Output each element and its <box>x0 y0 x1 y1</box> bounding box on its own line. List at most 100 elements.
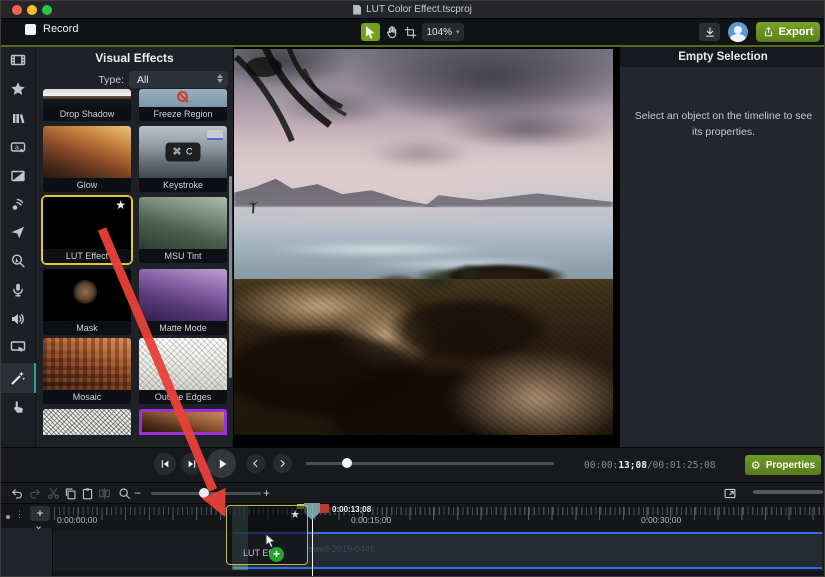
effect-tile-matte-mode[interactable]: Matte Mode <box>139 269 227 335</box>
sidebar-zoom-n-pan-button[interactable] <box>9 252 27 270</box>
track-header: Track 3 ○ ∪ ƒ <box>1 528 53 577</box>
lut-effect-thumbnail: ★ <box>43 197 131 249</box>
record-label: Record <box>43 23 78 35</box>
play-button[interactable] <box>207 449 236 478</box>
close-window-button[interactable] <box>12 5 22 15</box>
canvas-stage[interactable] <box>233 47 619 447</box>
sidebar-behaviors-button[interactable] <box>9 195 27 213</box>
effect-tile-keystroke[interactable]: ⌘ C Keystroke <box>139 126 227 192</box>
clip-name: swell-2019-0446 <box>309 544 375 554</box>
mosaic-thumbnail <box>43 338 131 390</box>
sidebar-visual-effects-button[interactable] <box>9 369 27 387</box>
paste-button[interactable] <box>80 486 94 500</box>
properties-label: Properties <box>766 460 815 471</box>
sidebar-library-button[interactable] <box>9 109 27 127</box>
undo-button[interactable] <box>9 486 23 500</box>
effect-tile-mask[interactable]: Mask <box>43 269 131 335</box>
stepper-arrows-icon <box>217 74 223 83</box>
svg-text:a: a <box>15 144 19 151</box>
properties-button[interactable]: ⚙ Properties <box>745 455 821 475</box>
canvas-zoom-select[interactable]: 104% ▾ <box>422 23 464 41</box>
matte-mode-thumbnail <box>139 269 227 321</box>
type-filter-select[interactable]: All <box>129 71 228 88</box>
step-forward-button[interactable] <box>181 453 203 475</box>
timeline-marker-dot <box>6 515 10 519</box>
video-preview <box>234 49 613 435</box>
sidebar-interactivity-button[interactable] <box>9 398 27 416</box>
expand-icon <box>723 487 737 500</box>
sidebar-voice-narration-button[interactable] <box>9 281 27 299</box>
gesture-hand-icon <box>10 399 26 415</box>
zoom-level: 104% <box>426 27 452 38</box>
avatar-person-icon <box>734 26 742 34</box>
behaviors-icon <box>10 196 26 212</box>
record-button[interactable]: Record <box>25 23 78 35</box>
timeline-hscrollbar[interactable] <box>753 490 823 494</box>
effect-tile-mosaic[interactable]: Mosaic <box>43 338 131 404</box>
zoom-out-control[interactable]: − <box>134 486 141 500</box>
cut-button[interactable] <box>46 486 60 500</box>
hand-icon <box>385 25 399 39</box>
next-clip-button[interactable] <box>273 454 292 473</box>
purple-bordered-thumbnail <box>139 409 227 435</box>
timeline-zoom-button[interactable] <box>117 486 131 500</box>
effect-tile-partial[interactable] <box>43 409 131 435</box>
copy-button[interactable] <box>63 486 77 500</box>
drag-ghost-lut-effect[interactable]: ★ LUT Eff + <box>226 505 308 565</box>
chevron-right-icon <box>277 458 288 469</box>
effect-tile-drop-shadow[interactable]: Drop Shadow <box>43 89 131 121</box>
video-clip[interactable]: swell-2019-0446 <box>233 532 822 569</box>
foam <box>264 242 499 257</box>
step-backward-button[interactable] <box>154 453 176 475</box>
step-forward-icon <box>186 458 198 470</box>
detach-timeline-button[interactable] <box>723 486 737 500</box>
freeze-region-thumbnail <box>139 89 227 107</box>
minimize-window-button[interactable] <box>27 5 37 15</box>
crop-tool-button[interactable] <box>401 23 420 41</box>
sidebar-cursor-button[interactable] <box>9 338 27 356</box>
select-tool-button[interactable] <box>361 23 380 41</box>
playhead-out-handle[interactable] <box>320 504 329 513</box>
split-button[interactable] <box>97 486 111 500</box>
effects-scrollbar[interactable] <box>229 176 232 378</box>
effect-tile-freeze-region[interactable]: Freeze Region <box>139 89 227 121</box>
effect-tile-partial[interactable] <box>139 409 227 435</box>
media-icon <box>10 52 26 68</box>
sidebar-transitions-button[interactable] <box>9 167 27 185</box>
collapse-tracks-chevron[interactable]: ⌄ <box>34 519 43 532</box>
previous-clip-button[interactable] <box>246 454 265 473</box>
favorite-star-icon: ★ <box>290 508 300 521</box>
effect-tile-lut-effect[interactable]: ★ LUT Effect <box>43 197 131 263</box>
account-avatar[interactable] <box>728 22 748 42</box>
transitions-icon <box>10 168 26 184</box>
zoom-window-button[interactable] <box>42 5 52 15</box>
titlebar: LUT Color Effect.tscproj <box>1 1 824 19</box>
pan-tool-button[interactable] <box>382 23 401 41</box>
sidebar-audio-effects-button[interactable] <box>9 310 27 328</box>
shore-texture <box>234 281 613 435</box>
zoom-in-control[interactable]: + <box>263 486 270 500</box>
msu-tint-thumbnail <box>139 197 227 249</box>
effect-tile-msu-tint[interactable]: MSU Tint <box>139 197 227 263</box>
export-button[interactable]: Export <box>756 22 820 42</box>
sidebar-captions-button[interactable]: a <box>9 138 27 156</box>
effect-tile-outline-edges[interactable]: Outline Edges <box>139 338 227 404</box>
track-drag-grip[interactable]: ⋮ <box>15 509 24 520</box>
magic-wand-icon <box>10 370 26 386</box>
mouse-cursor-icon <box>265 533 277 548</box>
favorite-star-icon[interactable]: ★ <box>115 198 126 212</box>
keystroke-thumbnail: ⌘ C <box>139 126 227 178</box>
sidebar-media-button[interactable] <box>9 51 27 69</box>
timeline-ruler[interactable] <box>54 504 824 528</box>
sidebar-annotations-button[interactable] <box>9 80 27 98</box>
scrubber-handle[interactable] <box>342 458 352 468</box>
ruler-label: 0:00:30;00 <box>641 515 681 525</box>
mask-thumbnail <box>43 269 131 321</box>
timeline-zoom-handle[interactable] <box>199 488 209 498</box>
redo-button[interactable] <box>28 486 42 500</box>
download-button[interactable] <box>699 23 720 41</box>
sidebar-cursor-effects-button[interactable] <box>9 223 27 241</box>
download-icon <box>704 26 716 38</box>
split-icon <box>98 487 111 500</box>
effect-tile-glow[interactable]: Glow <box>43 126 131 192</box>
